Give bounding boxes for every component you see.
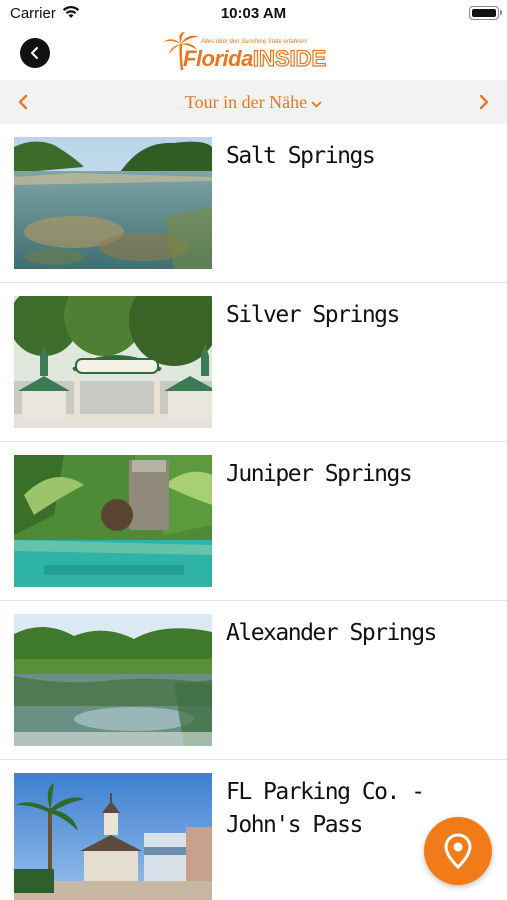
list-item[interactable]: Alexander Springs <box>0 601 507 760</box>
status-bar: Carrier 10:03 AM <box>0 0 507 30</box>
logo-tagline: Alles über den Sunshine State erfahren! <box>201 39 308 45</box>
battery-icon <box>469 6 502 20</box>
place-title: Alexander Springs <box>226 620 437 646</box>
alexander-springs-photo <box>14 614 212 746</box>
list-item[interactable]: Salt Springs <box>0 124 507 283</box>
map-button[interactable] <box>424 817 492 885</box>
place-title: Salt Springs <box>226 143 376 169</box>
nav-bar: Alles über den Sunshine State erfahren! … <box>0 30 507 78</box>
list-item[interactable]: Juniper Springs <box>0 442 507 601</box>
chevron-down-icon <box>311 93 322 114</box>
tour-dropdown-label: Tour in der Nähe <box>184 92 308 112</box>
status-time: 10:03 AM <box>220 5 287 22</box>
back-button[interactable] <box>20 38 50 68</box>
place-title: Juniper Springs <box>226 461 413 487</box>
salt-springs-photo <box>14 137 212 269</box>
logo-word-inside: INSIDE <box>252 45 327 71</box>
map-pin-icon <box>444 833 472 869</box>
chevron-left-icon <box>31 47 38 59</box>
tour-selector-bar: Tour in der Nähe <box>0 80 507 124</box>
florida-inside-logo: Alles über den Sunshine State erfahren! … <box>163 32 347 74</box>
silver-springs-photo <box>14 296 212 428</box>
chevron-right-icon <box>479 94 489 110</box>
next-tour-button[interactable] <box>471 90 495 114</box>
juniper-springs-photo <box>14 455 212 587</box>
places-list: Salt Springs Silver Springs Juniper Spri… <box>0 124 507 900</box>
logo-wordmark: FloridaINSIDE <box>183 45 327 72</box>
fl-parking-photo <box>14 773 212 900</box>
tour-dropdown[interactable]: Tour in der Nähe <box>0 92 507 114</box>
place-title: Silver Springs <box>226 302 400 328</box>
logo-word-florida: Florida <box>183 46 253 71</box>
list-item[interactable]: Silver Springs <box>0 283 507 442</box>
